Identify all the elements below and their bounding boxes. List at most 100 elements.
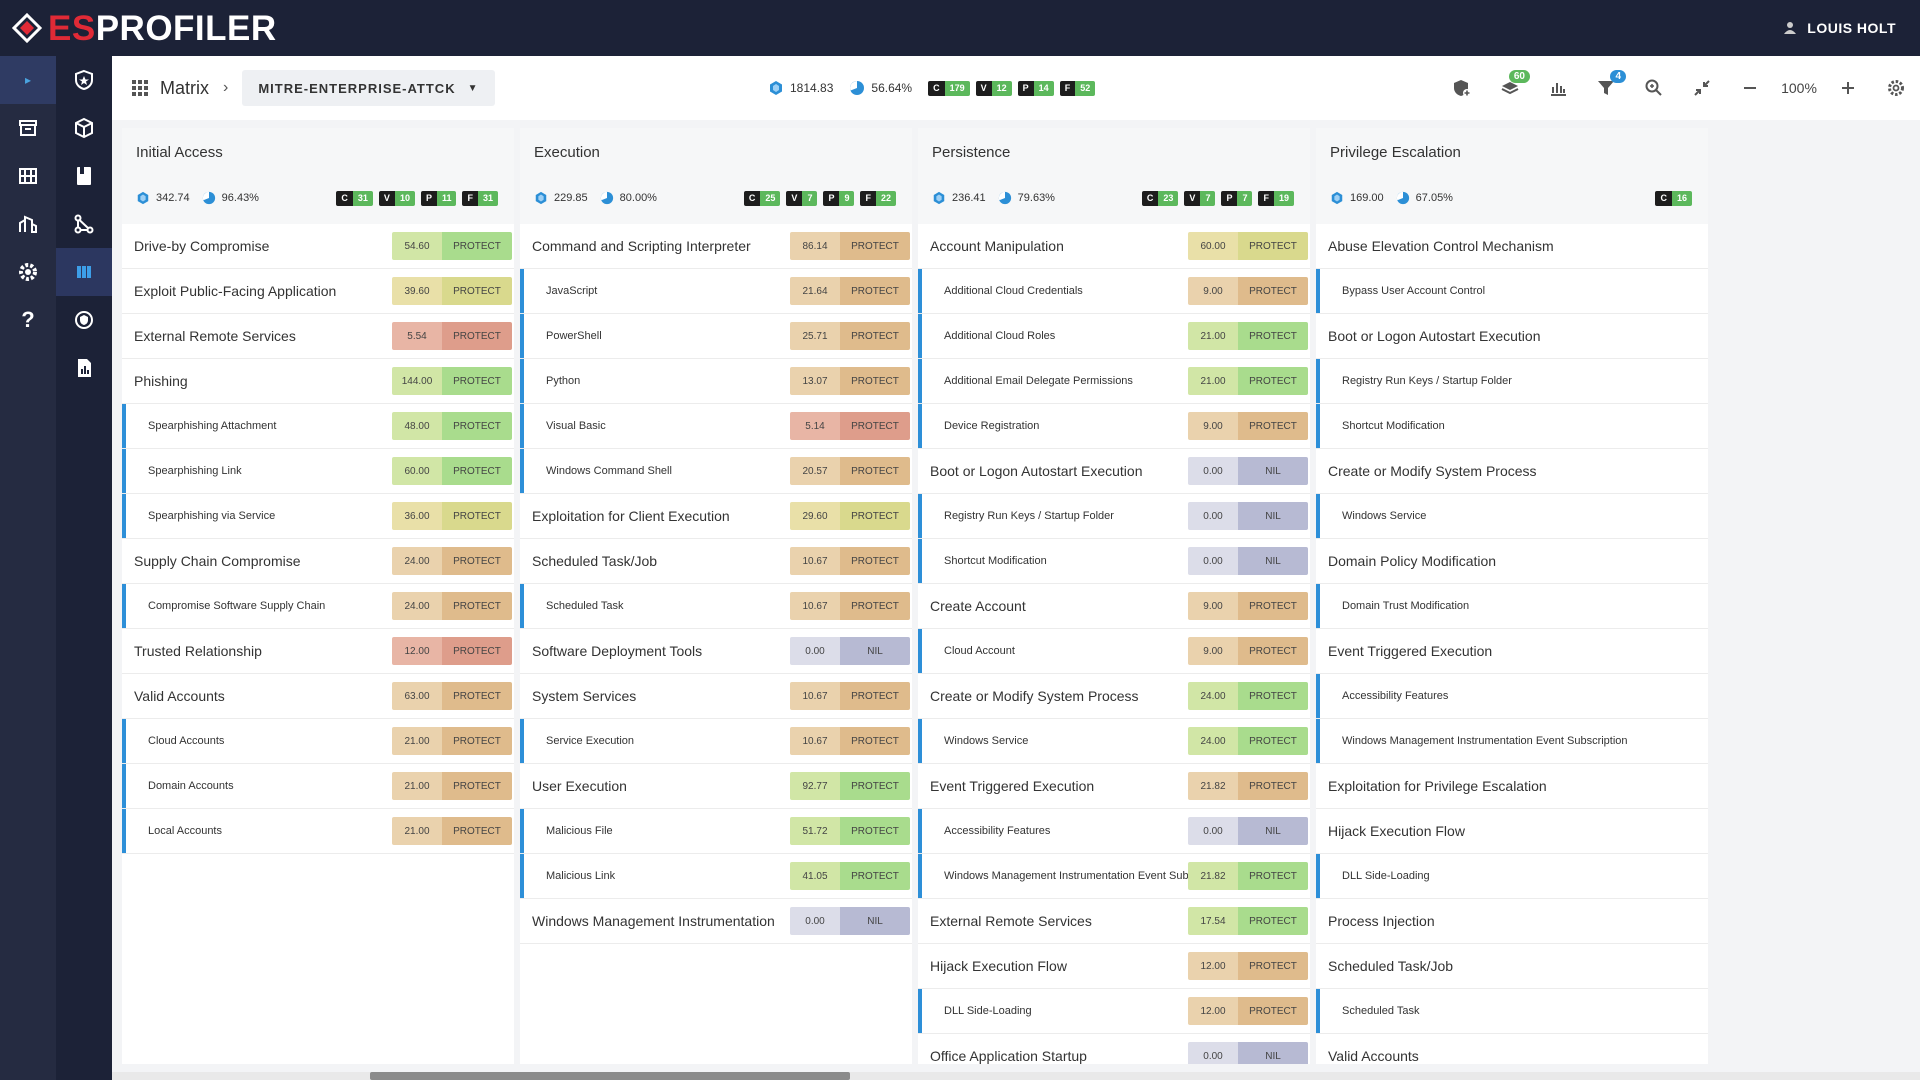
sub-technique-row[interactable]: Windows Management Instrumentation Event… [1316, 719, 1708, 764]
tactic-header[interactable]: Initial Access 342.74 96.43% C 31 V 10 P 11 F 31 [122, 128, 514, 224]
technique-row[interactable]: Valid Accounts 63.00 PROTECT [122, 674, 514, 719]
technique-row[interactable]: Exploitation for Client Execution 29.60 PR… [520, 494, 912, 539]
matrix-columns-icon[interactable] [56, 248, 112, 296]
technique-row[interactable]: Windows Management Instrumentation 0.00 NI… [520, 899, 912, 944]
matrix-selector-dropdown[interactable]: MITRE-ENTERPRISE-ATTCK ▼ [242, 70, 495, 106]
tactic-header[interactable]: Execution 229.85 80.00% C 25 V 7 P 9 F 22 [520, 128, 912, 224]
sub-technique-row[interactable]: Spearphishing Link 60.00 PROTECT [122, 449, 514, 494]
technique-row[interactable]: Exploitation for Privilege Escalation [1316, 764, 1708, 809]
add-shield-button[interactable] [1438, 64, 1486, 112]
sub-technique-row[interactable]: Spearphishing Attachment 48.00 PROTECT [122, 404, 514, 449]
sub-technique-row[interactable]: Registry Run Keys / Startup Folder [1316, 359, 1708, 404]
breadcrumb-matrix[interactable]: Matrix [160, 78, 209, 99]
technique-row[interactable]: Software Deployment Tools 0.00 NIL [520, 629, 912, 674]
technique-row[interactable]: Create Account 9.00 PROTECT [918, 584, 1310, 629]
technique-row[interactable]: User Execution 92.77 PROTECT [520, 764, 912, 809]
technique-row[interactable]: Hijack Execution Flow 12.00 PROTECT [918, 944, 1310, 989]
cube-icon[interactable] [56, 104, 112, 152]
sub-technique-row[interactable]: Service Execution 10.67 PROTECT [520, 719, 912, 764]
shield-star-icon[interactable] [56, 56, 112, 104]
technique-row[interactable]: Abuse Elevation Control Mechanism [1316, 224, 1708, 269]
zoom-in-button[interactable] [1824, 64, 1872, 112]
book-icon[interactable] [56, 152, 112, 200]
sub-technique-row[interactable]: JavaScript 21.64 PROTECT [520, 269, 912, 314]
technique-row[interactable]: Phishing 144.00 PROTECT [122, 359, 514, 404]
settings-cog-icon[interactable] [1872, 64, 1920, 112]
apps-grid-icon[interactable] [132, 80, 148, 96]
technique-row[interactable]: Account Manipulation 60.00 PROTECT [918, 224, 1310, 269]
sub-technique-row[interactable]: Malicious Link 41.05 PROTECT [520, 854, 912, 899]
sub-technique-row[interactable]: Accessibility Features [1316, 674, 1708, 719]
technique-row[interactable]: Office Application Startup 0.00 NIL [918, 1034, 1310, 1064]
globe-shield-icon[interactable] [56, 296, 112, 344]
report-icon[interactable] [56, 344, 112, 392]
technique-row[interactable]: Scheduled Task/Job [1316, 944, 1708, 989]
technique-row[interactable]: Create or Modify System Process [1316, 449, 1708, 494]
sub-technique-row[interactable]: Additional Cloud Credentials 9.00 PROTECT [918, 269, 1310, 314]
sub-technique-row[interactable]: Windows Command Shell 20.57 PROTECT [520, 449, 912, 494]
archive-icon[interactable] [0, 104, 56, 152]
sub-technique-row[interactable]: Shortcut Modification [1316, 404, 1708, 449]
sub-technique-row[interactable]: Scheduled Task 10.67 PROTECT [520, 584, 912, 629]
technique-row[interactable]: System Services 10.67 PROTECT [520, 674, 912, 719]
sub-technique-row[interactable]: Spearphishing via Service 36.00 PROTECT [122, 494, 514, 539]
technique-row[interactable]: Event Triggered Execution 21.82 PROTECT [918, 764, 1310, 809]
sub-technique-row[interactable]: Cloud Accounts 21.00 PROTECT [122, 719, 514, 764]
technique-row[interactable]: Boot or Logon Autostart Execution 0.00 NIL [918, 449, 1310, 494]
technique-row[interactable]: Supply Chain Compromise 24.00 PROTECT [122, 539, 514, 584]
user-menu[interactable]: LOUIS HOLT [1783, 0, 1896, 56]
settings-gear-icon[interactable] [0, 248, 56, 296]
sub-technique-row[interactable]: Compromise Software Supply Chain 24.00 PRO… [122, 584, 514, 629]
scrollbar-thumb[interactable] [370, 1072, 850, 1080]
technique-row[interactable]: Command and Scripting Interpreter 86.14 PR… [520, 224, 912, 269]
sub-technique-row[interactable]: Device Registration 9.00 PROTECT [918, 404, 1310, 449]
technique-row[interactable]: Valid Accounts [1316, 1034, 1708, 1064]
funnel-filter-button[interactable]: 4 [1582, 64, 1630, 112]
sub-technique-row[interactable]: Python 13.07 PROTECT [520, 359, 912, 404]
expand-sidebar-button[interactable]: ▸ [0, 56, 56, 104]
sub-technique-row[interactable]: Additional Email Delegate Permissions 21.… [918, 359, 1310, 404]
technique-row[interactable]: External Remote Services 17.54 PROTECT [918, 899, 1310, 944]
sub-technique-row[interactable]: Malicious File 51.72 PROTECT [520, 809, 912, 854]
brand-logo[interactable]: ESPROFILER [12, 0, 277, 56]
chart-button[interactable] [1534, 64, 1582, 112]
sub-technique-row[interactable]: DLL Side-Loading [1316, 854, 1708, 899]
tactic-header[interactable]: Persistence 236.41 79.63% C 23 V 7 P 7 F 19 [918, 128, 1310, 224]
sub-technique-row[interactable]: Windows Service [1316, 494, 1708, 539]
technique-row[interactable]: Trusted Relationship 12.00 PROTECT [122, 629, 514, 674]
help-icon[interactable]: ? [0, 296, 56, 344]
technique-row[interactable]: External Remote Services 5.54 PROTECT [122, 314, 514, 359]
technique-row[interactable]: Create or Modify System Process 24.00 PROT… [918, 674, 1310, 719]
technique-row[interactable]: Process Injection [1316, 899, 1708, 944]
technique-row[interactable]: Event Triggered Execution [1316, 629, 1708, 674]
sub-technique-row[interactable]: Scheduled Task [1316, 989, 1708, 1034]
building-icon[interactable] [0, 200, 56, 248]
technique-row[interactable]: Hijack Execution Flow [1316, 809, 1708, 854]
sub-technique-row[interactable]: Additional Cloud Roles 21.00 PROTECT [918, 314, 1310, 359]
flow-icon[interactable] [56, 200, 112, 248]
technique-row[interactable]: Domain Policy Modification [1316, 539, 1708, 584]
horizontal-scrollbar[interactable] [112, 1072, 1920, 1080]
sub-technique-row[interactable]: Domain Accounts 21.00 PROTECT [122, 764, 514, 809]
rack-icon[interactable] [0, 152, 56, 200]
zoom-out-button[interactable] [1726, 64, 1774, 112]
sub-technique-row[interactable]: Shortcut Modification 0.00 NIL [918, 539, 1310, 584]
sub-technique-row[interactable]: Windows Management Instrumentation Event… [918, 854, 1310, 899]
sub-technique-row[interactable]: Domain Trust Modification [1316, 584, 1708, 629]
sub-technique-row[interactable]: DLL Side-Loading 12.00 PROTECT [918, 989, 1310, 1034]
sub-technique-row[interactable]: Cloud Account 9.00 PROTECT [918, 629, 1310, 674]
collapse-icon[interactable] [1678, 64, 1726, 112]
search-zoom-button[interactable] [1630, 64, 1678, 112]
sub-technique-row[interactable]: Registry Run Keys / Startup Folder 0.00 NI… [918, 494, 1310, 539]
layers-filter-button[interactable]: 60 [1486, 64, 1534, 112]
sub-technique-row[interactable]: Windows Service 24.00 PROTECT [918, 719, 1310, 764]
technique-row[interactable]: Boot or Logon Autostart Execution [1316, 314, 1708, 359]
tactic-header[interactable]: Privilege Escalation 169.00 67.05% C 16 [1316, 128, 1708, 224]
technique-row[interactable]: Drive-by Compromise 54.60 PROTECT [122, 224, 514, 269]
technique-row[interactable]: Scheduled Task/Job 10.67 PROTECT [520, 539, 912, 584]
sub-technique-row[interactable]: PowerShell 25.71 PROTECT [520, 314, 912, 359]
technique-row[interactable]: Exploit Public-Facing Application 39.60 PR… [122, 269, 514, 314]
sub-technique-row[interactable]: Bypass User Account Control [1316, 269, 1708, 314]
sub-technique-row[interactable]: Accessibility Features 0.00 NIL [918, 809, 1310, 854]
sub-technique-row[interactable]: Visual Basic 5.14 PROTECT [520, 404, 912, 449]
